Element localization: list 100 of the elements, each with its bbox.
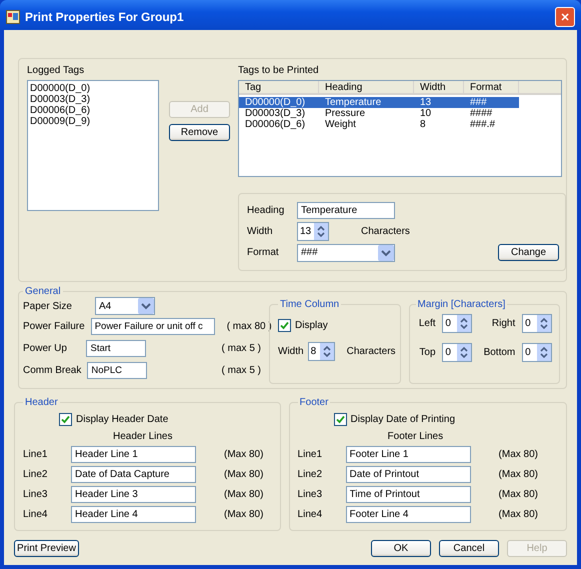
table-cell-text: ###.# xyxy=(469,119,496,130)
spinner-arrows-icon[interactable] xyxy=(537,315,552,332)
table-cell-text: D00003(D_3) xyxy=(244,108,306,119)
group-title: Margin [Characters] xyxy=(416,299,506,310)
spinner-arrows-icon[interactable] xyxy=(537,344,552,361)
spin-field[interactable]: 0 xyxy=(522,343,552,362)
close-button[interactable]: ✕ xyxy=(555,7,575,27)
table-cell-text: 13 xyxy=(419,97,432,108)
label: Bottom xyxy=(482,347,516,358)
table-cell-text: Temperature xyxy=(324,97,382,108)
spinner-arrows-icon[interactable] xyxy=(320,342,334,360)
spin-field[interactable]: 0 xyxy=(522,314,552,333)
group-title: Time Column xyxy=(279,299,340,310)
text-field[interactable]: Date of Printout xyxy=(346,466,471,482)
label: Top xyxy=(418,347,436,358)
app-icon xyxy=(6,10,20,24)
list-item[interactable]: D00006(D_6) xyxy=(30,105,156,116)
label: Paper Size xyxy=(23,300,73,312)
dialog-button[interactable]: Cancel xyxy=(439,540,499,556)
label: Line2 xyxy=(23,468,48,480)
list-item[interactable]: D00000(D_0) xyxy=(30,83,156,94)
spin-field[interactable]: 0 xyxy=(442,314,472,333)
label: Line4 xyxy=(298,508,323,520)
text-field[interactable]: Start xyxy=(86,340,146,356)
label: Left xyxy=(418,318,436,329)
hint: (Max 80) xyxy=(224,488,264,500)
hint: ( max 5 ) xyxy=(222,364,261,376)
label: Format xyxy=(247,247,280,258)
text-field[interactable]: Power Failure or unit off c xyxy=(90,318,215,334)
group-title: Footer xyxy=(298,397,330,408)
table-cell-text: Weight xyxy=(324,119,357,130)
label: Characters xyxy=(346,346,396,356)
paper-size-dropdown[interactable]: A4 xyxy=(95,297,155,315)
label: Line1 xyxy=(298,448,323,460)
text-field[interactable]: Footer Line 4 xyxy=(346,506,471,522)
spinner-arrows-icon[interactable] xyxy=(457,344,472,361)
change-button[interactable]: Change xyxy=(498,244,559,261)
column-header[interactable]: Width xyxy=(414,81,464,93)
hint: (Max 80) xyxy=(224,448,264,460)
label: Power Up xyxy=(23,342,68,354)
list-title: Tags to be Printed xyxy=(238,65,320,76)
format-dropdown[interactable]: ### xyxy=(297,244,395,262)
tags-table[interactable]: Tag Heading Width Format D00000(D_0) Temperature 13 ### D00003(D_3) Pressure 10 #### D00006(D_6) Weight 8 ###.# xyxy=(238,80,562,177)
table-cell-text: ### xyxy=(469,97,488,108)
text-field[interactable]: Footer Line 1 xyxy=(346,446,471,462)
list-item[interactable]: D00003(D_3) xyxy=(30,94,156,105)
text-field[interactable]: Time of Printout xyxy=(346,486,471,502)
table-cell-text: D00006(D_6) xyxy=(244,119,306,130)
label: Comm Break xyxy=(23,364,82,376)
group-title: General xyxy=(24,286,62,297)
text-field[interactable]: Header Line 4 xyxy=(71,506,196,522)
text-field[interactable]: Header Line 1 xyxy=(71,446,196,462)
section-title: Header Lines xyxy=(113,430,172,442)
list-item[interactable]: D00009(D_9) xyxy=(30,116,156,127)
hint: (Max 80) xyxy=(224,508,264,520)
text-field[interactable]: Temperature xyxy=(297,202,395,219)
table-row[interactable]: D00003(D_3) Pressure 10 #### xyxy=(239,108,519,119)
spin-field[interactable]: 8 xyxy=(308,342,336,360)
check-mark-icon xyxy=(280,320,289,330)
table-row[interactable]: D00000(D_0) Temperature 13 ### xyxy=(239,97,519,108)
table-cell-text: Pressure xyxy=(324,108,366,119)
hint: (Max 80) xyxy=(498,468,538,480)
label: Heading xyxy=(247,205,286,216)
column-header[interactable]: Heading xyxy=(319,81,414,93)
table-cell-text: D00000(D_0) xyxy=(244,97,306,108)
hint: (Max 80) xyxy=(224,468,264,480)
table-cell-text: 10 xyxy=(419,108,432,119)
label: Line4 xyxy=(23,508,48,520)
label: Right xyxy=(490,318,516,329)
text-field[interactable]: Date of Data Capture xyxy=(71,466,196,482)
window-title: Print Properties For Group1 xyxy=(25,10,185,24)
check-mark-icon xyxy=(336,414,345,424)
checkbox[interactable]: Display Date of Printing xyxy=(334,412,456,426)
checkbox[interactable]: Display xyxy=(278,318,328,332)
label: Width xyxy=(278,346,304,356)
list-title: Logged Tags xyxy=(27,65,86,76)
dialog-button[interactable]: OK xyxy=(371,540,431,556)
spinner-arrows-icon[interactable] xyxy=(314,223,328,240)
table-cell-text: 8 xyxy=(419,119,427,130)
transfer-button[interactable]: Remove xyxy=(169,124,230,141)
spin-field[interactable]: 0 xyxy=(442,343,472,362)
table-row[interactable]: D00006(D_6) Weight 8 ###.# xyxy=(239,119,519,130)
column-header[interactable]: Format xyxy=(464,81,519,93)
hint: ( max 5 ) xyxy=(222,342,261,354)
label: Width xyxy=(247,226,274,237)
column-header[interactable]: Tag xyxy=(239,81,319,93)
check-mark-icon xyxy=(61,414,70,424)
checkbox[interactable]: Display Header Date xyxy=(59,412,168,426)
label: Line2 xyxy=(298,468,323,480)
section-title: Footer Lines xyxy=(388,430,444,442)
label: Power Failure xyxy=(23,320,85,332)
dialog-button[interactable]: Print Preview xyxy=(14,540,79,556)
logged-tags-list[interactable]: D00000(D_0) D00003(D_3) D00006(D_6) D00009(D_9) xyxy=(27,80,159,211)
table-cell-text: #### xyxy=(469,108,494,119)
text-field[interactable]: NoPLC xyxy=(87,362,148,378)
spin-field[interactable]: 13 xyxy=(297,222,329,241)
label: Line1 xyxy=(23,448,48,460)
spinner-arrows-icon[interactable] xyxy=(457,315,472,332)
text-field[interactable]: Header Line 3 xyxy=(71,486,196,502)
hint: (Max 80) xyxy=(498,488,538,500)
